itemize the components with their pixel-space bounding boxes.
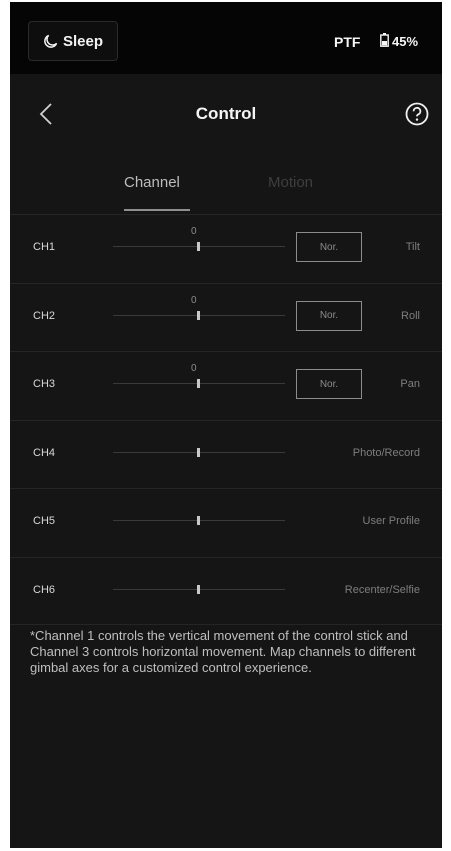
battery-icon (380, 33, 389, 50)
channel-slider[interactable] (113, 242, 285, 251)
channel-slider[interactable] (113, 379, 285, 388)
channel-list: CH1 0 Nor. Tilt CH2 0 Nor. Roll CH3 0 No… (10, 214, 442, 625)
channel-row-ch5: CH5 User Profile (10, 488, 442, 557)
slider-value: 0 (191, 226, 197, 237)
function-select[interactable]: Pan (400, 378, 420, 390)
slider-thumb[interactable] (197, 310, 200, 320)
function-select[interactable]: Photo/Record (353, 447, 420, 459)
nav-bar: Control (10, 74, 442, 152)
channel-slider[interactable] (113, 516, 285, 525)
channel-label: CH2 (33, 309, 56, 322)
page-title: Control (195, 104, 257, 123)
slider-thumb[interactable] (197, 447, 200, 457)
slider-value: 0 (191, 294, 197, 306)
function-select[interactable]: Roll (401, 310, 420, 322)
active-tab-indicator (124, 209, 190, 211)
moon-icon (43, 34, 58, 49)
help-button[interactable] (405, 102, 429, 126)
channel-label: CH5 (33, 515, 56, 527)
mode-button[interactable]: Nor. (296, 300, 362, 331)
channel-note: *Channel 1 controls the vertical movemen… (30, 628, 416, 675)
battery-percent: 45% (392, 34, 419, 49)
channel-slider[interactable] (113, 584, 285, 594)
function-select[interactable]: Recenter/Selfie (345, 584, 420, 596)
channel-row-ch6: CH6 Recenter/Selfie (10, 556, 442, 625)
sleep-button[interactable]: Sleep (28, 21, 118, 61)
function-select[interactable]: Tilt (406, 241, 420, 253)
channel-slider[interactable] (113, 310, 285, 320)
channel-row-ch2: CH2 0 Nor. Roll (10, 282, 442, 352)
slider-thumb[interactable] (197, 379, 200, 388)
mode-button[interactable]: Nor. (296, 369, 362, 399)
channel-label: CH4 (33, 446, 56, 459)
channel-label: CH1 (33, 241, 56, 253)
tab-bar: Channel Motion (10, 152, 442, 214)
function-select[interactable]: User Profile (363, 515, 420, 527)
status-bar: Sleep PTF 45% (10, 2, 442, 74)
slider-value: 0 (191, 363, 197, 374)
question-circle-icon (405, 102, 429, 126)
mode-button[interactable]: Nor. (296, 232, 362, 262)
slider-thumb[interactable] (197, 516, 200, 525)
channel-row-ch4: CH4 Photo/Record (10, 419, 442, 489)
tab-motion[interactable]: Motion (268, 174, 313, 191)
phone-screen: Sleep PTF 45% Control Channel Motion CH1… (10, 2, 442, 848)
channel-label: CH6 (33, 583, 56, 596)
tab-channel[interactable]: Channel (124, 174, 180, 191)
channel-row-ch1: CH1 0 Nor. Tilt (10, 214, 442, 283)
channel-slider[interactable] (113, 447, 285, 457)
battery-indicator: 45% (380, 33, 418, 50)
slider-thumb[interactable] (197, 242, 200, 251)
channel-row-ch3: CH3 0 Nor. Pan (10, 351, 442, 420)
slider-thumb[interactable] (197, 584, 200, 594)
channel-label: CH3 (33, 378, 56, 390)
gimbal-mode-indicator[interactable]: PTF (334, 34, 360, 50)
sleep-label: Sleep (62, 32, 104, 50)
